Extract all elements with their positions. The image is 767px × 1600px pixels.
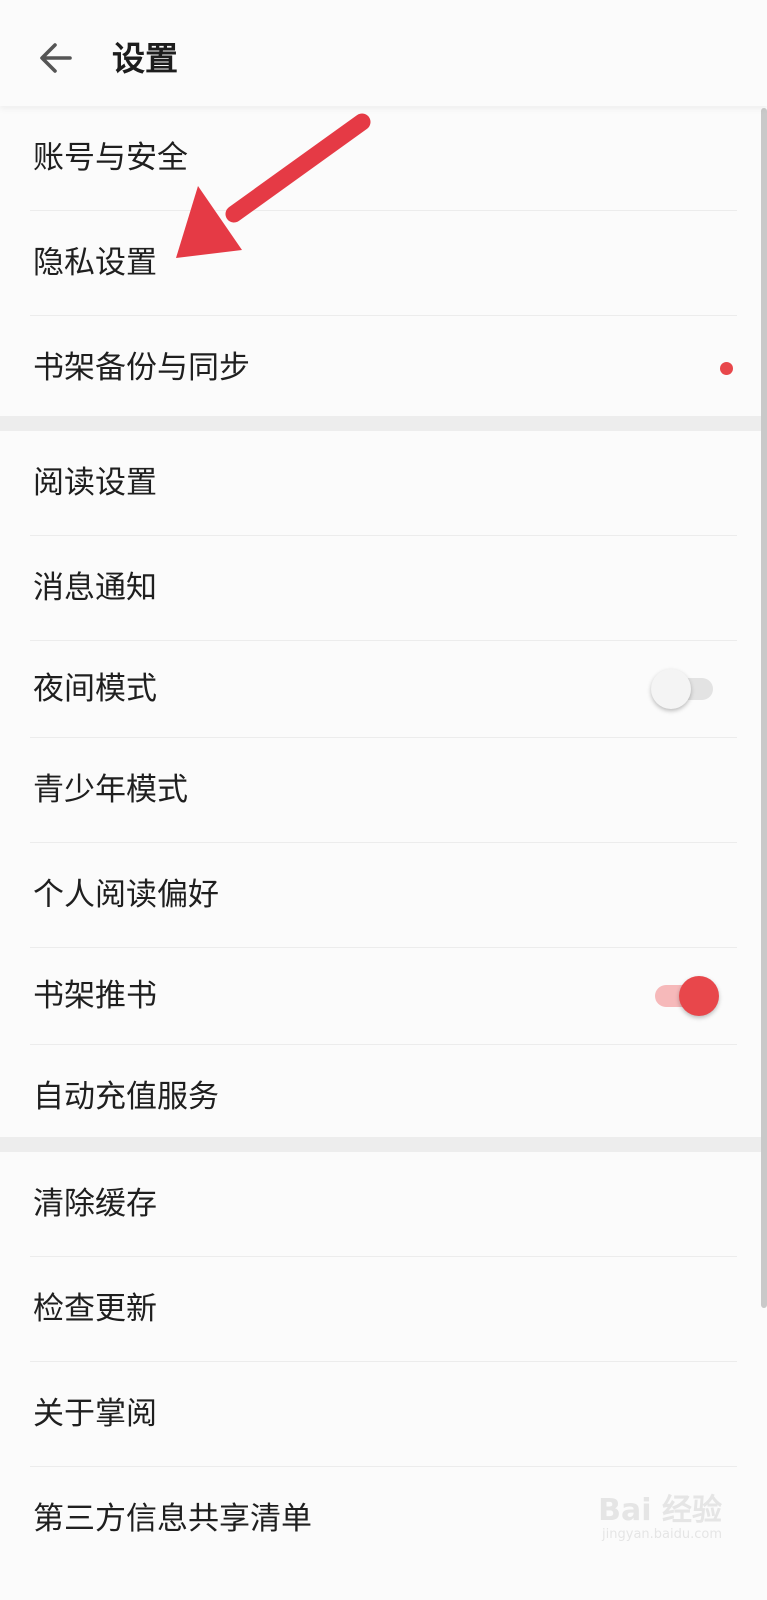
settings-item-label: 个人阅读偏好	[33, 877, 219, 913]
settings-item-shelf-recommend[interactable]: 书架推书	[30, 948, 737, 1045]
shelf-recommend-toggle[interactable]	[653, 975, 719, 1017]
app-header: 设置	[0, 0, 767, 106]
toggle-knob	[651, 669, 691, 709]
settings-item-label: 账号与安全	[33, 140, 188, 176]
settings-item-label: 夜间模式	[33, 671, 157, 707]
settings-item-check-update[interactable]: 检查更新	[30, 1257, 737, 1362]
settings-item-notifications[interactable]: 消息通知	[30, 536, 737, 641]
settings-section-account: 账号与安全 隐私设置 书架备份与同步	[0, 106, 767, 420]
settings-item-label: 自动充值服务	[33, 1079, 219, 1115]
settings-item-teen-mode[interactable]: 青少年模式	[30, 738, 737, 843]
annotation-arrow-icon	[176, 113, 371, 258]
settings-section-reading: 阅读设置 消息通知 夜间模式 青少年模式 个人阅读偏好 书架推书 自动充值服务	[0, 431, 767, 1149]
settings-item-label: 关于掌阅	[33, 1396, 157, 1432]
watermark-sub: jingyan.baidu.com	[602, 1527, 722, 1542]
settings-item-shelf-backup-sync[interactable]: 书架备份与同步	[30, 316, 737, 420]
settings-item-clear-cache[interactable]: 清除缓存	[30, 1152, 737, 1257]
settings-item-privacy[interactable]: 隐私设置	[30, 211, 737, 316]
settings-item-label: 青少年模式	[33, 772, 188, 808]
settings-item-reading-settings[interactable]: 阅读设置	[30, 431, 737, 536]
settings-item-label: 隐私设置	[33, 245, 157, 281]
scrollbar[interactable]	[761, 108, 767, 1308]
watermark-main: Bai 经验	[598, 1493, 722, 1528]
settings-item-label: 消息通知	[33, 570, 157, 606]
settings-item-night-mode[interactable]: 夜间模式	[30, 641, 737, 738]
new-badge-dot	[720, 362, 733, 375]
settings-item-auto-recharge[interactable]: 自动充值服务	[30, 1045, 737, 1149]
page-title: 设置	[112, 39, 178, 78]
settings-item-label: 第三方信息共享清单	[33, 1501, 312, 1537]
section-divider	[0, 416, 767, 431]
settings-item-label: 书架推书	[33, 978, 157, 1014]
section-divider	[0, 1137, 767, 1152]
night-mode-toggle[interactable]	[651, 668, 715, 710]
settings-item-reading-preference[interactable]: 个人阅读偏好	[30, 843, 737, 948]
watermark-logo: Bai 经验 jingyan.baidu.com	[598, 1495, 722, 1543]
settings-item-label: 阅读设置	[33, 465, 157, 501]
toggle-knob	[679, 976, 719, 1016]
settings-item-account-security[interactable]: 账号与安全	[30, 106, 737, 211]
back-button[interactable]	[36, 38, 76, 78]
settings-item-about[interactable]: 关于掌阅	[30, 1362, 737, 1467]
arrow-left-icon	[40, 43, 72, 73]
settings-item-label: 清除缓存	[33, 1186, 157, 1222]
settings-item-label: 书架备份与同步	[33, 350, 250, 386]
settings-item-label: 检查更新	[33, 1291, 157, 1327]
